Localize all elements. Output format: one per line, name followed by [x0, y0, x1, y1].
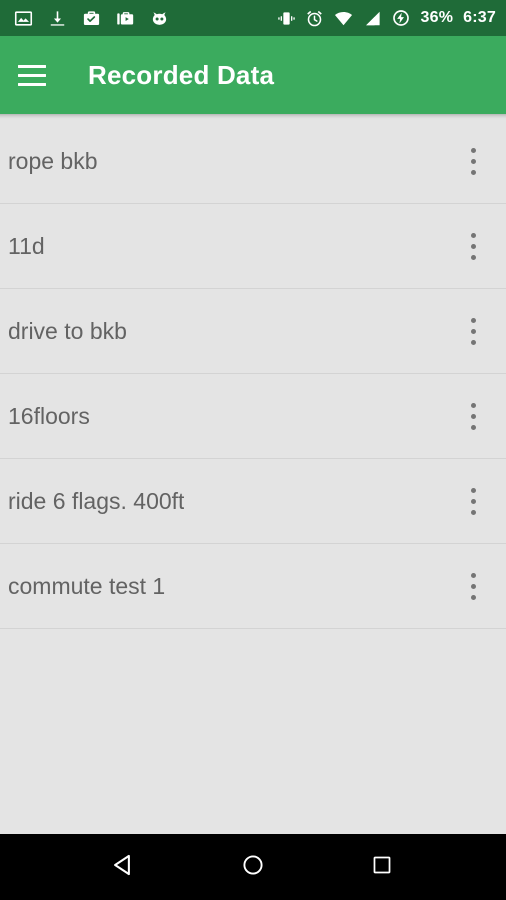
alarm-icon	[305, 9, 324, 28]
more-dot	[470, 243, 476, 249]
list-item[interactable]: drive to bkb	[0, 289, 506, 374]
status-bar: 36% 6:37	[0, 0, 506, 36]
more-dot	[470, 487, 476, 493]
recorded-data-list: rope bkb 11d drive to bkb 16floors ride 6 fl…	[0, 119, 506, 834]
list-item[interactable]: 11d	[0, 204, 506, 289]
more-vertical-icon[interactable]	[456, 301, 490, 361]
more-dot	[470, 147, 476, 153]
signal-icon	[363, 9, 382, 28]
status-bar-left-icons	[14, 9, 184, 28]
image-icon	[14, 9, 33, 28]
wifi-icon	[333, 9, 354, 28]
more-dot	[470, 498, 476, 504]
list-item[interactable]: ride 6 flags. 400ft	[0, 459, 506, 544]
app-bar-shadow	[0, 114, 506, 119]
list-item-label: 16floors	[8, 402, 90, 429]
list-item-label: drive to bkb	[8, 317, 127, 344]
more-dot	[470, 169, 476, 175]
more-vertical-icon[interactable]	[456, 386, 490, 446]
page-title: Recorded Data	[88, 59, 275, 90]
battery-charging-icon	[391, 8, 411, 28]
list-item[interactable]: rope bkb	[0, 119, 506, 204]
more-dot	[470, 509, 476, 515]
app-bar: Recorded Data	[0, 36, 506, 114]
cyanogenmod-icon	[150, 9, 169, 28]
back-button[interactable]	[89, 834, 159, 900]
home-circle-icon	[241, 853, 265, 882]
more-dot	[470, 413, 476, 419]
briefcase-play-icon	[116, 9, 135, 28]
battery-percent-label: 36%	[420, 9, 454, 26]
more-dot	[470, 424, 476, 430]
list-item[interactable]: 16floors	[0, 374, 506, 459]
more-dot	[470, 572, 476, 578]
more-vertical-icon[interactable]	[456, 131, 490, 191]
app-root: 36% 6:37 Recorded Data rope bkb 11d drive …	[0, 0, 506, 900]
more-dot	[470, 158, 476, 164]
list-item[interactable]: commute test 1	[0, 544, 506, 629]
hamburger-bar	[18, 82, 46, 86]
list-item-label: 11d	[8, 232, 45, 259]
home-button[interactable]	[218, 834, 288, 900]
android-navigation-bar	[0, 834, 506, 900]
hamburger-menu-icon[interactable]	[18, 53, 62, 97]
more-vertical-icon[interactable]	[456, 216, 490, 276]
more-vertical-icon[interactable]	[456, 556, 490, 616]
more-dot	[470, 583, 476, 589]
more-dot	[470, 339, 476, 345]
hamburger-bar	[18, 64, 46, 68]
download-icon	[48, 9, 67, 28]
hamburger-bar	[18, 73, 46, 77]
more-dot	[470, 328, 476, 334]
more-dot	[470, 232, 476, 238]
status-bar-right-icons: 36% 6:37	[277, 8, 496, 28]
more-dot	[470, 254, 476, 260]
briefcase-check-icon	[82, 9, 101, 28]
clock-label: 6:37	[463, 9, 496, 26]
recents-button[interactable]	[347, 834, 417, 900]
more-vertical-icon[interactable]	[456, 471, 490, 531]
recents-square-icon	[371, 854, 393, 881]
more-dot	[470, 594, 476, 600]
list-item-label: rope bkb	[8, 147, 98, 174]
more-dot	[470, 317, 476, 323]
more-dot	[470, 402, 476, 408]
list-item-label: ride 6 flags. 400ft	[8, 487, 185, 514]
vibrate-icon	[277, 9, 296, 28]
list-item-label: commute test 1	[8, 572, 166, 599]
back-triangle-icon	[111, 852, 137, 883]
